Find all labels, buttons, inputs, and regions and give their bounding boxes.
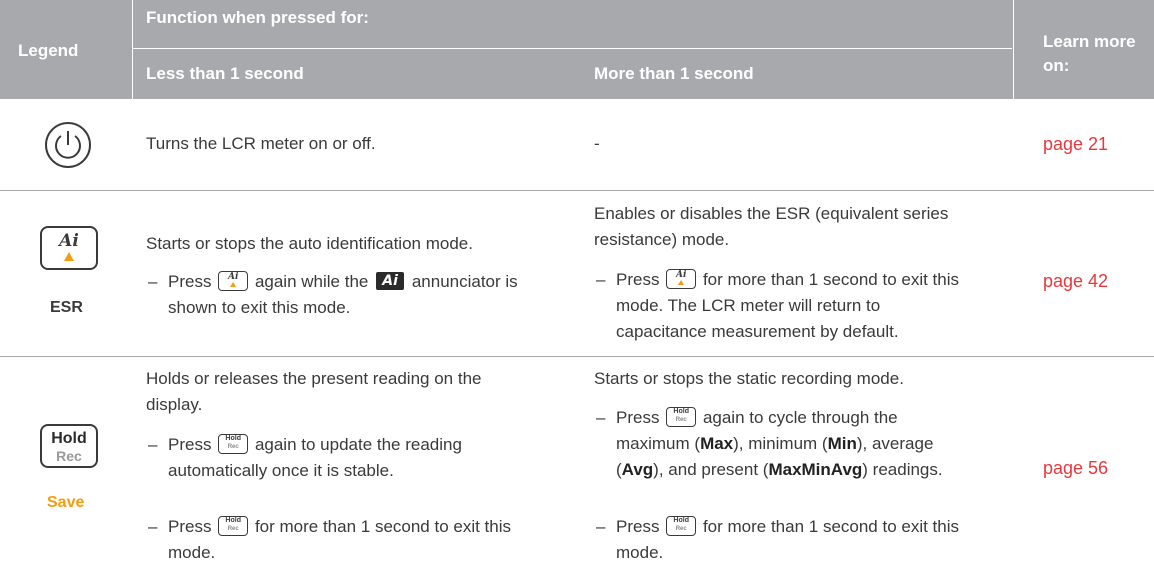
row1-less: Turns the LCR meter on or off. [146, 134, 376, 153]
function-header: Function when pressed for: [146, 8, 369, 27]
row3-less-sub2: – Press Hold Rec for more than 1 second t… [146, 514, 608, 566]
row1-link[interactable]: page 21 [1043, 134, 1108, 155]
bullet-dash: – [596, 517, 606, 536]
hold-mini-key-icon: Hold Rec [218, 515, 249, 536]
row3-more-sub1: – Press Hold Rec again to cycle through t… [594, 405, 1036, 483]
ai-mini-key-icon: Ai [218, 270, 249, 291]
ai-key-icon: Ai [40, 226, 98, 270]
ai-annunciator-icon: Ai [376, 271, 405, 290]
less-than-header: Less than 1 second [146, 64, 304, 83]
row3-less-sub1: – Press Hold Rec again to update the read… [146, 432, 608, 484]
bullet-dash: – [148, 517, 158, 536]
rec-key-label: Rec [56, 448, 82, 464]
more-than-header: More than 1 second [594, 64, 754, 83]
table-header: Legend Function when pressed for: Less t… [0, 0, 1154, 99]
save-label: Save [47, 494, 85, 511]
hold-key-icon: Hold Rec [40, 424, 98, 468]
row3-less-main: Holds or releases the present reading on… [146, 369, 482, 414]
row3-more-sub2: – Press Hold Rec for more than 1 second t… [594, 514, 1036, 566]
row2-more-main: Enables or disables the ESR (equivalent … [594, 204, 949, 249]
ai-arrow-icon [64, 252, 74, 261]
hold-mini-key-icon: Hold Rec [666, 406, 697, 427]
row-separator [0, 190, 1154, 191]
ai-mini-key-icon: Ai [666, 268, 697, 289]
row1-more: - [594, 134, 600, 153]
hold-mini-key-icon: Hold Rec [218, 433, 249, 454]
row2-less-sub: – Press Ai again while the Ai annunciato… [146, 269, 608, 321]
row-separator [0, 356, 1154, 357]
bullet-dash: – [148, 435, 158, 454]
bullet-dash: – [596, 270, 606, 289]
hold-key-label: Hold [51, 430, 87, 447]
row3-more-main: Starts or stops the static recording mod… [594, 369, 904, 388]
row3-link[interactable]: page 56 [1043, 458, 1108, 479]
power-icon [45, 122, 91, 168]
bullet-dash: – [148, 272, 158, 291]
row2-more-sub: – Press Ai for more than 1 second to exi… [594, 267, 1036, 345]
legend-header: Legend [18, 41, 79, 60]
header-vline-1 [132, 0, 133, 99]
learn-more-header-2: on: [1043, 56, 1070, 75]
row2-link[interactable]: page 42 [1043, 271, 1108, 292]
esr-label: ESR [50, 299, 83, 316]
header-vline-3 [1013, 0, 1014, 99]
header-divider [132, 48, 1012, 49]
learn-more-header-1: Learn more [1043, 32, 1136, 51]
bullet-dash: – [596, 408, 606, 427]
row2-less-main: Starts or stops the auto identification … [146, 234, 473, 253]
ai-key-label: Ai [59, 231, 79, 251]
hold-mini-key-icon: Hold Rec [666, 515, 697, 536]
